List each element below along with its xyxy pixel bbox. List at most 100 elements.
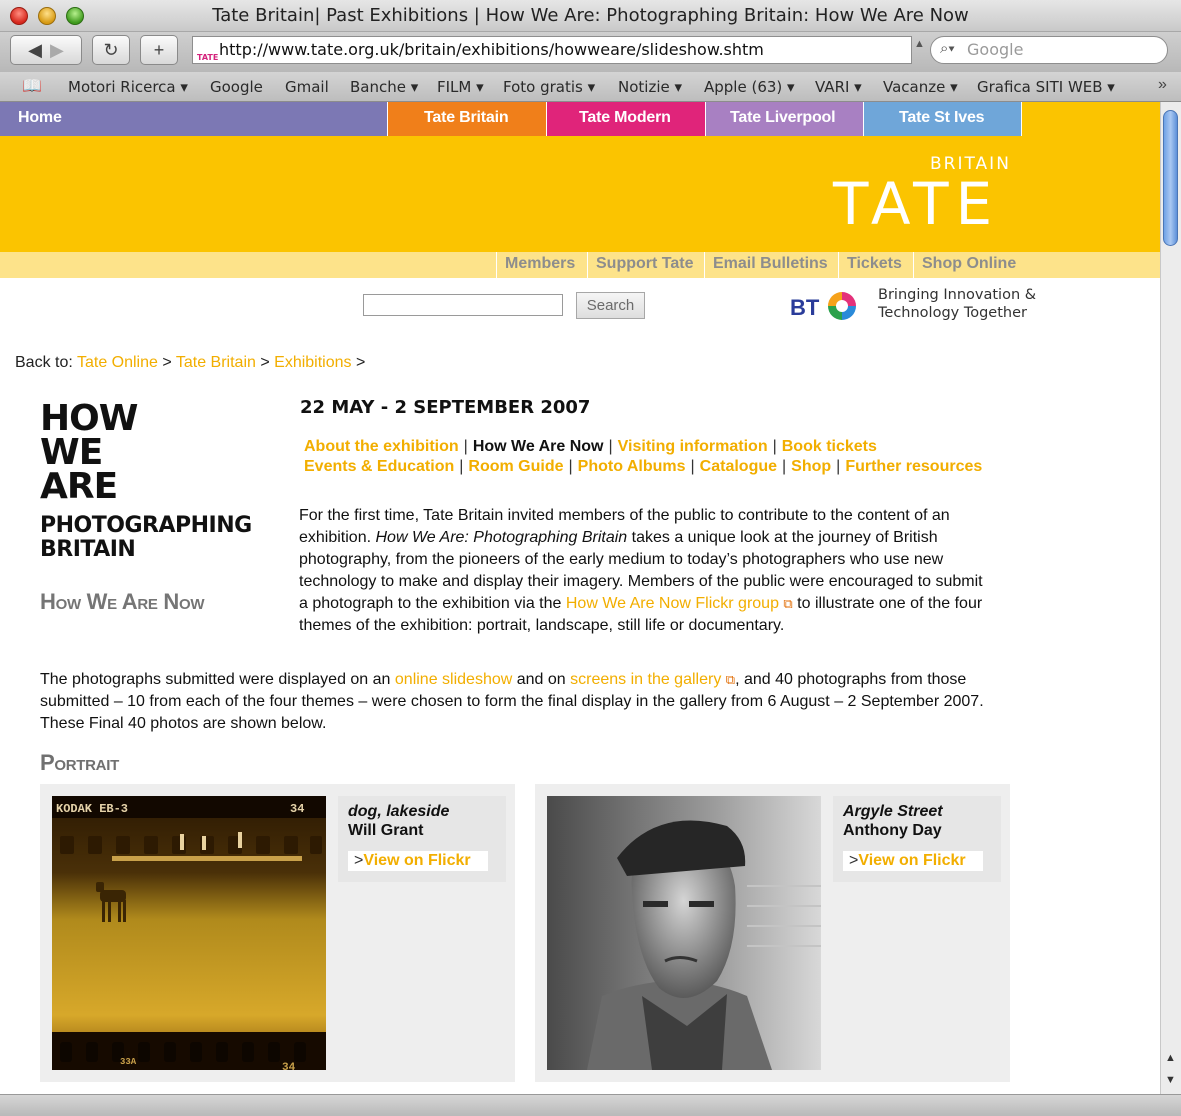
bookmark-apple[interactable]: Apple (63) ▾	[704, 78, 795, 96]
bookmark-vari[interactable]: VARI ▾	[815, 78, 862, 96]
exhibition-nav-row2: Events & Education | Room Guide | Photo Albu…	[304, 458, 983, 475]
final-40-paragraph: The photographs submitted were displayed…	[40, 669, 1030, 735]
scrollbar-thumb[interactable]	[1163, 110, 1178, 246]
breadcrumb-prefix: Back to:	[15, 354, 73, 371]
back-arrow-icon[interactable]: ◀	[28, 40, 42, 60]
nav-tate-modern[interactable]: Tate Modern	[547, 102, 706, 136]
photo-dog-lakeside[interactable]: KODAK EB-3 34 33A 34	[52, 796, 326, 1070]
chevron-right-icon: >	[849, 852, 859, 869]
exnav-further-resources[interactable]: Further resources	[845, 458, 982, 475]
bookmarks-book-icon[interactable]: 📖	[22, 76, 42, 96]
scroll-up-arrow-icon[interactable]: ▲	[1165, 1052, 1176, 1064]
url-history-caret-icon[interactable]: ▲	[914, 38, 925, 50]
web-page: Home Tate Britain Tate Modern Tate Liver…	[0, 102, 1160, 1094]
subnav-members[interactable]: Members	[496, 252, 583, 278]
subnav-tickets[interactable]: Tickets	[838, 252, 910, 278]
photo-title: Argyle Street	[843, 803, 943, 820]
nav-tate-britain[interactable]: Tate Britain	[388, 102, 547, 136]
external-link-icon: ⧉	[725, 672, 736, 687]
scroll-down-arrow-icon[interactable]: ▼	[1165, 1074, 1176, 1086]
film-frame-number-left: 33A	[120, 1057, 137, 1067]
sponsor-tagline-line2: Technology Together	[878, 305, 1027, 321]
exnav-catalogue[interactable]: Catalogue	[700, 458, 777, 475]
intro-exhibition-title: How We Are: Photographing Britain	[375, 529, 628, 546]
photo-title: dog, lakeside	[348, 803, 450, 820]
portrait-heading: Portrait	[40, 750, 119, 775]
favicon: TATE	[197, 53, 219, 62]
back-forward-buttons[interactable]: ◀ ▶	[10, 35, 82, 65]
photo-author: Will Grant	[348, 822, 424, 839]
exhibition-nav-row1: About the exhibition | How We Are Now | Visi…	[304, 438, 877, 455]
logo-are: ARE	[40, 466, 118, 507]
exhibition-dates: 22 MAY - 2 SEPTEMBER 2007	[300, 397, 591, 418]
breadcrumb-exhibitions[interactable]: Exhibitions	[274, 354, 351, 371]
flickr-group-link[interactable]: How We Are Now Flickr group	[566, 595, 779, 612]
reload-icon: ↻	[103, 40, 119, 60]
bt-logo-text: BT	[790, 295, 820, 320]
film-edge-label-left: KODAK EB-3	[56, 802, 128, 816]
photo-info-box: Argyle Street Anthony Day >View on Flick…	[833, 796, 1001, 882]
vertical-scrollbar[interactable]: ▲ ▼	[1160, 102, 1181, 1094]
bookmark-google[interactable]: Google	[210, 78, 263, 96]
photo-info-box: dog, lakeside Will Grant >View on Flickr	[338, 796, 506, 882]
screens-gallery-link[interactable]: screens in the gallery	[570, 671, 721, 688]
exnav-room-guide[interactable]: Room Guide	[468, 458, 563, 475]
bookmark-banche[interactable]: Banche ▾	[350, 78, 418, 96]
site-search-input[interactable]	[363, 294, 563, 316]
forward-arrow-icon[interactable]: ▶	[50, 40, 64, 60]
subnav-support-tate[interactable]: Support Tate	[587, 252, 701, 278]
exnav-photo-albums[interactable]: Photo Albums	[578, 458, 686, 475]
tate-logo[interactable]: TATE	[833, 170, 999, 238]
breadcrumb-tate-online[interactable]: Tate Online	[77, 354, 158, 371]
logo-britain: BRITAIN	[40, 537, 136, 562]
subnav-shop-online[interactable]: Shop Online	[913, 252, 1024, 278]
exnav-visiting[interactable]: Visiting information	[618, 438, 768, 455]
bookmark-grafica-siti-web[interactable]: Grafica SITI WEB ▾	[977, 78, 1115, 96]
exhibition-nav: About the exhibition | How We Are Now | Visi…	[304, 437, 982, 477]
exnav-book-tickets[interactable]: Book tickets	[782, 438, 877, 455]
bookmark-film[interactable]: FILM ▾	[437, 78, 484, 96]
exnav-about[interactable]: About the exhibition	[304, 438, 459, 455]
bookmark-vacanze[interactable]: Vacanze ▾	[883, 78, 958, 96]
search-icon[interactable]: ⌕▾	[940, 40, 955, 57]
browser-search-input[interactable]: Google	[930, 36, 1168, 64]
photo-argyle-street[interactable]	[547, 796, 821, 1070]
intro-paragraph: For the first time, Tate Britain invited…	[299, 505, 989, 637]
bookmarks-overflow-icon[interactable]: »	[1158, 76, 1167, 94]
subnav-email-bulletins[interactable]: Email Bulletins	[704, 252, 836, 278]
online-slideshow-link[interactable]: online slideshow	[395, 671, 512, 688]
site-search-button[interactable]: Search	[576, 292, 645, 319]
window-titlebar: Tate Britain| Past Exhibitions | How We …	[0, 0, 1181, 32]
view-on-flickr-button[interactable]: >View on Flickr	[843, 851, 983, 871]
view-on-flickr-label: View on Flickr	[363, 852, 471, 869]
view-on-flickr-button[interactable]: >View on Flickr	[348, 851, 488, 871]
photo-author: Anthony Day	[843, 822, 942, 839]
bookmark-foto-gratis[interactable]: Foto gratis ▾	[503, 78, 595, 96]
nav-tate-st-ives[interactable]: Tate St Ives	[864, 102, 1022, 136]
bookmark-gmail[interactable]: Gmail	[285, 78, 329, 96]
photo-card: KODAK EB-3 34 33A 34 dog, lakeside Will …	[40, 784, 515, 1082]
reload-button[interactable]: ↻	[92, 35, 130, 65]
exnav-shop[interactable]: Shop	[791, 458, 831, 475]
window-title: Tate Britain| Past Exhibitions | How We …	[212, 5, 969, 26]
tate-banner: BRITAIN TATE	[0, 136, 1160, 252]
nav-tate-liverpool[interactable]: Tate Liverpool	[706, 102, 864, 136]
bookmark-notizie[interactable]: Notizie ▾	[618, 78, 682, 96]
breadcrumb: Back to: Tate Online > Tate Britain > Ex…	[15, 354, 365, 372]
breadcrumb-separator: >	[355, 354, 366, 371]
dog-lakeside-image: KODAK EB-3 34 33A 34	[52, 796, 326, 1070]
breadcrumb-tate-britain[interactable]: Tate Britain	[176, 354, 256, 371]
add-bookmark-button[interactable]: +	[140, 35, 178, 65]
address-bar[interactable]: TATE http://www.tate.org.uk/britain/exhi…	[192, 36, 912, 64]
add-bookmark-icon: +	[153, 40, 165, 60]
status-bar	[0, 1094, 1181, 1116]
browser-toolbar: ◀ ▶ ↻ + TATE http://www.tate.org.uk/brita…	[0, 32, 1181, 72]
bt-logo-icon[interactable]: BT	[790, 288, 862, 324]
exnav-events[interactable]: Events & Education	[304, 458, 454, 475]
final-text-2: and on	[512, 671, 571, 688]
film-edge-label-right: 34	[290, 802, 304, 816]
view-on-flickr-label: View on Flickr	[858, 852, 966, 869]
bookmark-motori-ricerca[interactable]: Motori Ricerca ▾	[68, 78, 188, 96]
url-text: http://www.tate.org.uk/britain/exhibitio…	[219, 40, 764, 59]
nav-home[interactable]: Home	[0, 102, 388, 136]
